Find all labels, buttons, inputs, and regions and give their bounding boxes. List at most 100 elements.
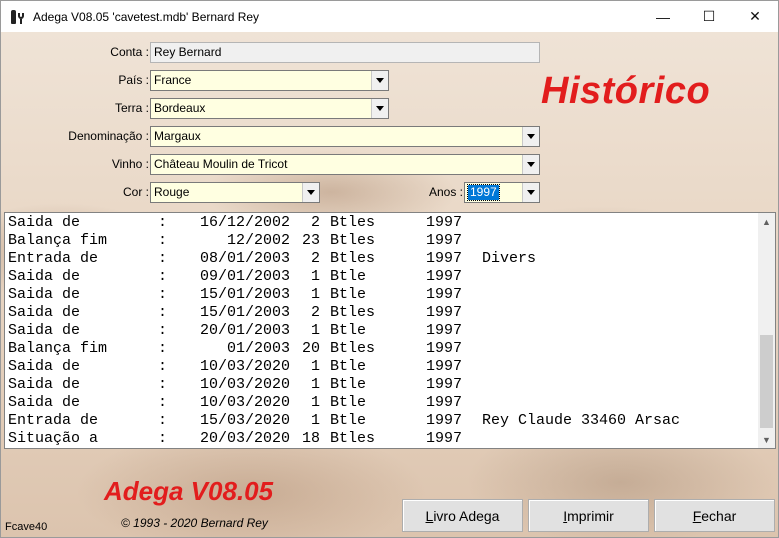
history-row[interactable]: Saida de: 10/03/2020 1 Btle 1997 <box>8 358 757 376</box>
conta-field[interactable]: Rey Bernard <box>150 42 540 63</box>
row-unit: Btle <box>330 358 367 375</box>
row-kind: Saida de <box>8 214 81 231</box>
row-separator: : <box>158 322 168 339</box>
row-kind: Balança fim <box>8 232 108 249</box>
denominacao-value: Margaux <box>154 129 201 143</box>
vinho-dropdown-button[interactable] <box>522 155 539 174</box>
app-brand: Adega V08.05 <box>104 476 274 506</box>
row-separator: : <box>158 214 168 231</box>
row-year: 1997 <box>425 232 462 249</box>
anos-dropdown-button[interactable] <box>522 183 539 202</box>
history-row[interactable]: Saida de: 16/12/2002 2 Btles 1997 <box>8 214 757 232</box>
history-list[interactable]: Saida de:16/12/2002 2 Btles 1997 Balança fim… <box>4 212 776 449</box>
row-unit: Btle <box>330 376 367 393</box>
row-kind: Saida de <box>8 304 81 321</box>
maximize-button[interactable]: ☐ <box>686 1 732 32</box>
imprimir-button[interactable]: Imprimir <box>528 499 649 532</box>
chevron-down-icon <box>376 106 384 111</box>
wine-bottle-glass-icon[interactable] <box>9 9 25 25</box>
row-note: Rey Claude 33460 Arsac <box>482 412 681 429</box>
anos-combo[interactable]: 1997 <box>464 182 540 203</box>
app-window: Adega V08.05 'cavetest.mdb' Bernard Rey … <box>0 0 779 538</box>
close-button[interactable]: ✕ <box>732 1 778 32</box>
history-row[interactable]: Saida de: 15/01/2003 2 Btles 1997 <box>8 304 757 322</box>
row-year: 1997 <box>425 322 462 339</box>
row-quantity: 1 <box>310 286 320 303</box>
row-unit: Btle <box>330 286 367 303</box>
row-date: 15/01/2003 <box>199 286 290 303</box>
chevron-down-icon <box>307 190 315 195</box>
pais-dropdown-button[interactable] <box>371 71 388 90</box>
row-note <box>462 232 482 250</box>
row-kind: Saida de <box>8 358 81 375</box>
terra-dropdown-button[interactable] <box>371 99 388 118</box>
scrollbar-thumb[interactable] <box>760 335 773 428</box>
row-year: 1997 <box>425 358 462 375</box>
row-kind: Saida de <box>8 268 81 285</box>
row-year: 1997 <box>425 214 462 231</box>
denominacao-dropdown-button[interactable] <box>522 127 539 146</box>
vinho-label: Vinho : <box>111 157 149 171</box>
minimize-button[interactable]: — <box>640 1 686 32</box>
history-row[interactable]: Saida de: 10/03/2020 1 Btle 1997 <box>8 376 757 394</box>
row-quantity: 23 <box>301 232 320 249</box>
conta-value: Rey Bernard <box>154 45 222 59</box>
history-row[interactable]: Entrada de: 15/03/2020 1 Btle 1997 Rey Claude… <box>8 412 757 430</box>
row-date: 16/12/2002 <box>199 214 290 231</box>
row-date: 10/03/2020 <box>199 358 290 375</box>
row-quantity: 1 <box>310 268 320 285</box>
row-separator: : <box>158 358 168 375</box>
chevron-down-icon <box>376 78 384 83</box>
history-row[interactable]: Saida de: 20/01/2003 1 Btle 1997 <box>8 322 757 340</box>
livro-adega-hotkey: L <box>425 507 434 524</box>
history-row[interactable]: Saida de: 09/01/2003 1 Btle 1997 <box>8 268 757 286</box>
row-unit: Btle <box>330 322 367 339</box>
historico-heading: Histórico <box>541 70 711 112</box>
vertical-scrollbar[interactable]: ▲ ▼ <box>758 213 775 448</box>
history-row[interactable]: Balança fim: 01/2003 20 Btles 1997 <box>8 340 757 358</box>
row-quantity: 1 <box>310 322 320 339</box>
history-row[interactable]: Saida de: 10/03/2020 1 Btle 1997 <box>8 394 757 412</box>
imprimir-label: mprimir <box>567 507 614 524</box>
cor-combo[interactable]: Rouge <box>150 182 320 203</box>
row-year: 1997 <box>425 304 462 321</box>
cor-dropdown-button[interactable] <box>302 183 319 202</box>
terra-combo[interactable]: Bordeaux <box>150 98 389 119</box>
scroll-up-icon[interactable]: ▲ <box>758 213 775 230</box>
chevron-down-icon <box>527 134 535 139</box>
history-row[interactable]: Entrada de: 08/01/2003 2 Btles 1997 Divers <box>8 250 757 268</box>
row-kind: Balança fim <box>8 340 108 357</box>
livro-adega-button[interactable]: Livro Adega <box>402 499 523 532</box>
row-quantity: 2 <box>310 250 320 267</box>
title-bar[interactable]: Adega V08.05 'cavetest.mdb' Bernard Rey … <box>1 1 778 32</box>
pais-combo[interactable]: France <box>150 70 389 91</box>
pais-value: France <box>154 73 192 87</box>
row-kind: Saida de <box>8 376 81 393</box>
fechar-hotkey: F <box>692 507 702 524</box>
history-row[interactable]: Situação a: 20/03/2020 18 Btles 1997 <box>8 430 757 448</box>
row-date: 10/03/2020 <box>199 394 290 411</box>
cor-value: Rouge <box>154 185 190 199</box>
vinho-combo[interactable]: Château Moulin de Tricot <box>150 154 540 175</box>
fechar-button[interactable]: Fechar <box>654 499 775 532</box>
row-separator: : <box>158 286 168 303</box>
row-date: 15/01/2003 <box>199 304 290 321</box>
livro-adega-label: ivro Adega <box>433 507 500 524</box>
row-kind: Situação a <box>8 430 99 447</box>
row-year: 1997 <box>425 394 462 411</box>
row-separator: : <box>158 412 168 429</box>
history-row[interactable]: Balança fim: 12/2002 23 Btles 1997 <box>8 232 757 250</box>
row-note: Divers <box>482 250 537 267</box>
row-quantity: 18 <box>301 430 320 447</box>
row-note <box>462 304 482 322</box>
scroll-down-icon[interactable]: ▼ <box>758 431 775 448</box>
row-separator: : <box>158 250 168 267</box>
row-date: 20/03/2020 <box>199 430 290 447</box>
row-unit: Btle <box>330 268 367 285</box>
history-row[interactable]: Saida de: 15/01/2003 1 Btle 1997 <box>8 286 757 304</box>
denominacao-combo[interactable]: Margaux <box>150 126 540 147</box>
history-list-content: Saida de:16/12/2002 2 Btles 1997 Balança fim… <box>8 214 757 448</box>
row-year: 1997 <box>425 412 462 429</box>
window-title: Adega V08.05 'cavetest.mdb' Bernard Rey <box>33 9 260 24</box>
row-date: 12/2002 <box>226 232 290 249</box>
